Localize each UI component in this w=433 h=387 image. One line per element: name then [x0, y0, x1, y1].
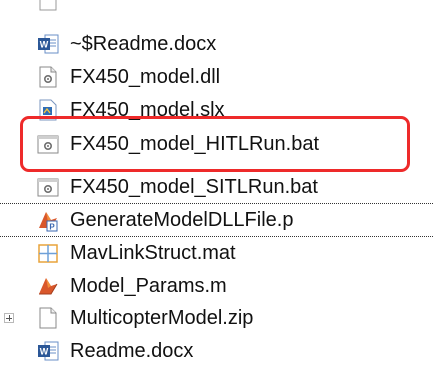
file-row[interactable]: Model_Params.m	[0, 270, 433, 302]
blank-file-icon	[39, 307, 57, 329]
expand-plus-icon[interactable]	[4, 313, 14, 323]
file-row[interactable]: MulticopterModel.zip	[0, 302, 433, 334]
matlab-p-file-icon: P	[39, 212, 58, 232]
file-name: GenerateModelDLLFile.p	[70, 208, 294, 231]
file-name: MavLinkStruct.mat	[70, 241, 236, 264]
file-name: Readme.docx	[70, 339, 194, 362]
file-row[interactable]: FX450_model.dll	[0, 61, 433, 93]
file-row[interactable]: MavLinkStruct.mat	[0, 237, 433, 269]
svg-text:W: W	[40, 347, 49, 357]
file-name: ~$Readme.docx	[70, 32, 217, 55]
file-row[interactable]: FX450_model_SITLRun.bat	[0, 171, 433, 203]
word-doc-icon: W	[38, 341, 59, 361]
svg-text:P: P	[49, 222, 55, 231]
file-name: FX450_model_SITLRun.bat	[70, 175, 318, 198]
svg-text:W: W	[40, 40, 49, 50]
file-icon	[39, 0, 57, 11]
file-row[interactable]: W ~$Readme.docx	[0, 28, 433, 60]
file-name: MulticopterModel.zip	[70, 306, 254, 329]
matlab-m-file-icon	[39, 278, 58, 295]
file-name: FX450_model.dll	[70, 65, 221, 88]
file-row-partial[interactable]	[0, 0, 433, 16]
highlight-box	[20, 116, 410, 172]
dll-file-icon	[39, 66, 57, 88]
batch-file-icon	[37, 178, 59, 197]
file-tree: W ~$Readme.docx FX450_model.dll FX450_mo…	[0, 0, 433, 387]
file-row[interactable]: W Readme.docx	[0, 335, 433, 367]
word-doc-icon: W	[38, 34, 59, 54]
file-name: Model_Params.m	[70, 274, 227, 297]
file-row[interactable]: P GenerateModelDLLFile.p	[0, 204, 433, 236]
mat-data-icon	[38, 244, 58, 263]
